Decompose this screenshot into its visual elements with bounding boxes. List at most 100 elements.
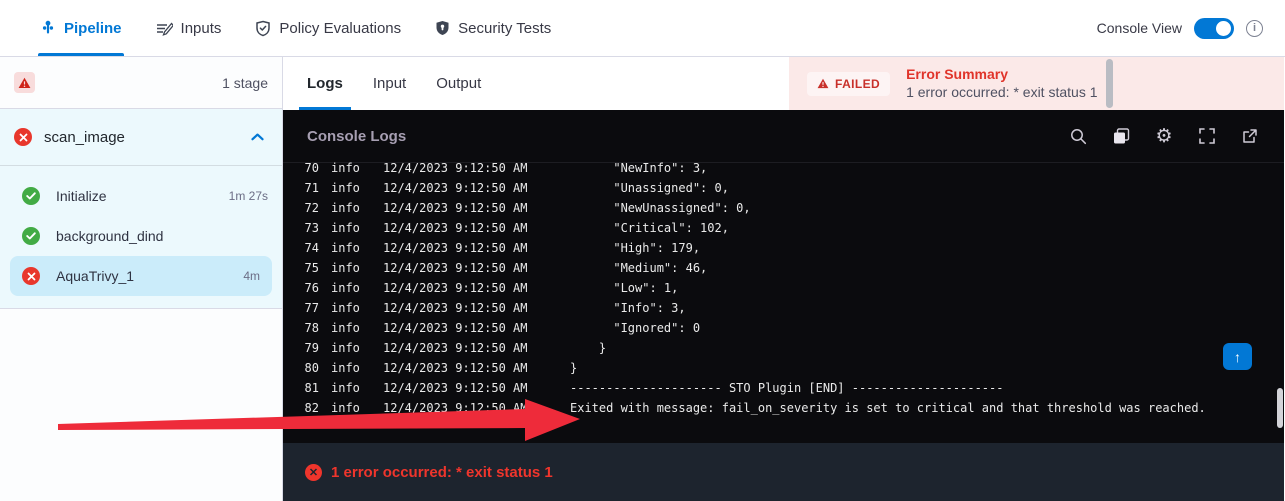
gear-icon[interactable]: ⚙ xyxy=(1154,126,1174,146)
log-timestamp: 12/4/2023 9:12:50 AM xyxy=(383,221,527,235)
stage-section: scan_image Initialize 1m 27s xyxy=(0,109,282,309)
failed-warning-icon xyxy=(817,78,829,89)
log-line-number: 72 xyxy=(283,201,319,215)
tab-security-tests[interactable]: Security Tests xyxy=(435,0,551,56)
log-line: 72 info 12/4/2023 9:12:50 AM "NewUnassig… xyxy=(283,198,1284,218)
log-tabs: Logs Input Output xyxy=(283,57,789,110)
log-message: Exited with message: fail_on_severity is… xyxy=(570,401,1206,415)
console-toolbar: ⚙ xyxy=(1068,126,1260,146)
log-message: "Critical": 102, xyxy=(570,221,729,235)
log-level: info xyxy=(331,261,361,275)
tab-policy-evaluations[interactable]: Policy Evaluations xyxy=(255,0,401,56)
tab-output[interactable]: Output xyxy=(436,57,481,110)
log-line-number: 81 xyxy=(283,381,319,395)
step-row-initialize[interactable]: Initialize 1m 27s xyxy=(0,176,282,216)
log-message: } xyxy=(570,341,606,355)
error-circle-icon: ✕ xyxy=(305,464,322,481)
log-line: 78 info 12/4/2023 9:12:50 AM "Ignored": … xyxy=(283,318,1284,338)
top-navigation: Pipeline Inputs Policy Evaluations Secur… xyxy=(0,0,1285,57)
tab-input[interactable]: Input xyxy=(373,57,406,110)
tab-pipeline[interactable]: Pipeline xyxy=(40,0,122,56)
log-level: info xyxy=(331,241,361,255)
log-message: "Medium": 46, xyxy=(570,261,707,275)
log-timestamp: 12/4/2023 9:12:50 AM xyxy=(383,381,527,395)
pipeline-execution-page: Pipeline Inputs Policy Evaluations Secur… xyxy=(0,0,1285,501)
copy-icon[interactable] xyxy=(1111,126,1131,146)
step-name: background_dind xyxy=(56,228,163,244)
log-line: 70 info 12/4/2023 9:12:50 AM "NewInfo": … xyxy=(283,158,1284,178)
log-timestamp: 12/4/2023 9:12:50 AM xyxy=(383,341,527,355)
stage-count-label: 1 stage xyxy=(222,75,268,91)
log-message: "NewInfo": 3, xyxy=(570,161,707,175)
failed-badge-label: FAILED xyxy=(835,77,880,91)
log-timestamp: 12/4/2023 9:12:50 AM xyxy=(383,181,527,195)
log-timestamp: 12/4/2023 9:12:50 AM xyxy=(383,241,527,255)
log-line-number: 75 xyxy=(283,261,319,275)
log-level: info xyxy=(331,381,361,395)
log-timestamp: 12/4/2023 9:12:50 AM xyxy=(383,321,527,335)
open-external-icon[interactable] xyxy=(1240,126,1260,146)
error-footer: ✕ 1 error occurred: * exit status 1 xyxy=(283,443,1284,501)
policy-evaluations-icon xyxy=(255,20,271,37)
nav-right-controls: Console View i xyxy=(1097,0,1285,56)
scroll-to-top-button[interactable]: ↑ xyxy=(1223,343,1252,370)
tab-inputs[interactable]: Inputs xyxy=(156,0,222,56)
fullscreen-icon[interactable] xyxy=(1197,126,1217,146)
stage-header-row: 1 stage xyxy=(0,57,282,109)
log-level: info xyxy=(331,341,361,355)
security-tests-icon xyxy=(435,20,450,37)
log-level: info xyxy=(331,201,361,215)
log-timestamp: 12/4/2023 9:12:50 AM xyxy=(383,281,527,295)
step-duration: 1m 27s xyxy=(229,189,268,203)
log-line: 71 info 12/4/2023 9:12:50 AM "Unassigned… xyxy=(283,178,1284,198)
step-success-icon xyxy=(22,187,40,205)
log-level: info xyxy=(331,401,361,415)
log-line: 76 info 12/4/2023 9:12:50 AM "Low": 1, xyxy=(283,278,1284,298)
log-line: 73 info 12/4/2023 9:12:50 AM "Critical":… xyxy=(283,218,1284,238)
stage-row-scan-image[interactable]: scan_image xyxy=(0,109,282,166)
log-line-number: 77 xyxy=(283,301,319,315)
console-scrollbar[interactable] xyxy=(1277,388,1283,428)
error-footer-message: 1 error occurred: * exit status 1 xyxy=(331,464,553,481)
tab-inputs-label: Inputs xyxy=(181,20,222,37)
nav-tabs: Pipeline Inputs Policy Evaluations Secur… xyxy=(40,0,551,56)
console-header: Console Logs ⚙ xyxy=(283,110,1284,163)
log-scroll-area[interactable]: 70 info 12/4/2023 9:12:50 AM "NewInfo": … xyxy=(283,158,1284,418)
inputs-icon xyxy=(156,21,173,36)
info-icon[interactable]: i xyxy=(1246,20,1263,37)
failed-badge: FAILED xyxy=(807,72,890,96)
log-message: "Info": 3, xyxy=(570,301,686,315)
step-row-background-dind[interactable]: background_dind xyxy=(0,216,282,256)
step-name: AquaTrivy_1 xyxy=(56,268,134,284)
pipeline-warning-icon[interactable] xyxy=(14,72,35,93)
log-line: 79 info 12/4/2023 9:12:50 AM } xyxy=(283,338,1284,358)
log-timestamp: 12/4/2023 9:12:50 AM xyxy=(383,301,527,315)
console-view-toggle[interactable] xyxy=(1194,18,1234,39)
tab-logs[interactable]: Logs xyxy=(307,57,343,110)
console-logs-panel: Console Logs ⚙ xyxy=(283,110,1284,440)
log-line: 74 info 12/4/2023 9:12:50 AM "High": 179… xyxy=(283,238,1284,258)
chevron-up-icon[interactable] xyxy=(251,133,264,141)
log-message: "Low": 1, xyxy=(570,281,678,295)
log-level: info xyxy=(331,221,361,235)
step-duration: 4m xyxy=(243,269,260,283)
log-line-number: 71 xyxy=(283,181,319,195)
error-summary-message: 1 error occurred: * exit status 1 xyxy=(906,83,1097,102)
log-level: info xyxy=(331,301,361,315)
log-level: info xyxy=(331,181,361,195)
step-name: Initialize xyxy=(56,188,107,204)
log-line-number: 78 xyxy=(283,321,319,335)
console-view-label: Console View xyxy=(1097,20,1182,36)
sidebar-empty-area xyxy=(0,309,282,501)
stage-failed-icon xyxy=(14,128,32,146)
log-message: "High": 179, xyxy=(570,241,700,255)
log-level: info xyxy=(331,281,361,295)
log-level: info xyxy=(331,161,361,175)
error-summary-panel: FAILED Error Summary 1 error occurred: *… xyxy=(789,57,1284,110)
error-panel-scrollbar[interactable] xyxy=(1106,59,1113,108)
error-summary-title: Error Summary xyxy=(906,65,1097,83)
log-timestamp: 12/4/2023 9:12:50 AM xyxy=(383,401,527,415)
log-line: 80 info 12/4/2023 9:12:50 AM } xyxy=(283,358,1284,378)
search-icon[interactable] xyxy=(1068,126,1088,146)
step-row-aquatrivy[interactable]: AquaTrivy_1 4m xyxy=(10,256,272,296)
